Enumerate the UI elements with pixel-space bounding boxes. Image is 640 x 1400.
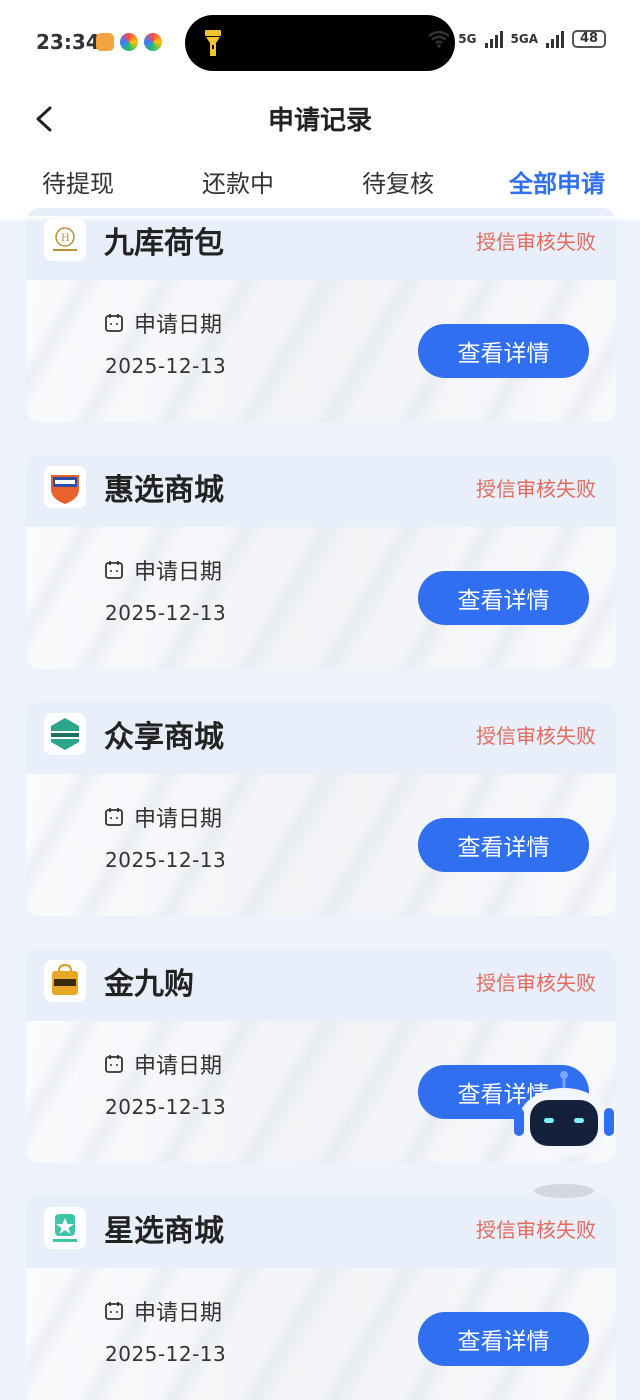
card-body: 申请日期 2025-12-13 查看详情: [26, 280, 616, 422]
xingxuan-logo-icon: [53, 1214, 77, 1242]
tab-all-applications[interactable]: 全部申请: [509, 164, 605, 199]
signal-icon: [484, 30, 503, 48]
status-badge: 授信审核失败: [476, 724, 596, 748]
view-details-button[interactable]: 查看详情: [418, 324, 589, 378]
status-badge: 授信审核失败: [476, 477, 596, 501]
flashlight-icon: [205, 30, 221, 56]
application-date: 2025-12-13: [105, 601, 227, 625]
system-status: 5G 5GA 48: [428, 30, 606, 48]
network-type-label: 5GA: [510, 32, 539, 46]
app-notification-icon: [96, 33, 114, 51]
app-notification-icon: [144, 33, 162, 51]
application-date: 2025-12-13: [105, 354, 227, 378]
page-header: 申请记录 待提现 还款中 待复核 全部申请: [0, 86, 640, 218]
view-details-button[interactable]: 查看详情: [418, 1312, 589, 1366]
card-header: 金九购 授信审核失败: [26, 949, 616, 1021]
store-logo: [44, 960, 86, 1002]
calendar-icon: [105, 314, 123, 332]
store-name: 众享商城: [104, 720, 224, 755]
calendar-icon: [105, 561, 123, 579]
list-item: 惠选商城 授信审核失败 申请日期 2025-12-13 查看详情: [26, 455, 616, 675]
view-details-button[interactable]: 查看详情: [418, 571, 589, 625]
card-header: 惠选商城 授信审核失败: [26, 455, 616, 527]
store-logo: [44, 466, 86, 508]
card-header: 星选商城 授信审核失败: [26, 1196, 616, 1268]
list-item: H 九库荷包 授信审核失败 申请日期 2025-12-13 查看详情: [26, 208, 616, 428]
calendar-icon: [105, 1055, 123, 1073]
tab-pending-withdrawal[interactable]: 待提现: [42, 164, 114, 199]
huixuan-logo-icon: [51, 475, 79, 504]
app-notification-icon: [120, 33, 138, 51]
list-item: 众享商城 授信审核失败 申请日期 2025-12-13 查看详情: [26, 702, 616, 922]
page-title: 申请记录: [267, 106, 372, 136]
date-label: 申请日期: [134, 1301, 223, 1326]
application-date: 2025-12-13: [105, 1342, 227, 1366]
card-header: 众享商城 授信审核失败: [26, 702, 616, 774]
application-date: 2025-12-13: [105, 1095, 227, 1119]
network-type-label: 5G: [458, 32, 477, 46]
date-label: 申请日期: [134, 807, 223, 832]
jiuku-logo-icon: H: [53, 227, 77, 251]
date-label: 申请日期: [134, 560, 223, 585]
signal-icon: [546, 30, 564, 48]
list-item: 星选商城 授信审核失败 申请日期 2025-12-13 查看详情: [26, 1196, 616, 1400]
status-bar: 23:34 5G 5GA 48: [0, 0, 640, 86]
status-badge: 授信审核失败: [476, 971, 596, 995]
assistant-robot-icon[interactable]: [514, 1070, 614, 1200]
calendar-icon: [105, 808, 123, 826]
store-logo: H: [44, 219, 86, 261]
store-logo: [44, 713, 86, 755]
store-name: 金九购: [104, 967, 194, 1002]
tab-bar: 待提现 还款中 待复核 全部申请: [0, 164, 640, 204]
card-body: 申请日期 2025-12-13 查看详情: [26, 1268, 616, 1400]
calendar-icon: [105, 1302, 123, 1320]
zhongxiang-logo-icon: [49, 718, 81, 750]
battery-indicator: 48: [572, 30, 606, 48]
jinjiugou-logo-icon: [52, 963, 78, 995]
status-badge: 授信审核失败: [476, 230, 596, 254]
date-label: 申请日期: [134, 313, 223, 338]
application-date: 2025-12-13: [105, 848, 227, 872]
camera-island: [185, 15, 455, 71]
status-badge: 授信审核失败: [476, 1218, 596, 1242]
status-time: 23:34: [36, 30, 100, 54]
store-logo: [44, 1207, 86, 1249]
card-body: 申请日期 2025-12-13 查看详情: [26, 527, 616, 669]
store-name: 九库荷包: [104, 226, 224, 261]
card-body: 申请日期 2025-12-13 查看详情: [26, 774, 616, 916]
tab-repaying[interactable]: 还款中: [202, 164, 274, 199]
date-label: 申请日期: [134, 1054, 223, 1079]
wifi-icon: [428, 30, 451, 48]
store-name: 星选商城: [104, 1214, 224, 1249]
store-name: 惠选商城: [104, 473, 224, 508]
svg-text:H: H: [61, 233, 70, 244]
tab-pending-review[interactable]: 待复核: [362, 164, 434, 199]
notification-icons: [96, 33, 162, 51]
list-top-fade: [0, 216, 640, 222]
view-details-button[interactable]: 查看详情: [418, 818, 589, 872]
